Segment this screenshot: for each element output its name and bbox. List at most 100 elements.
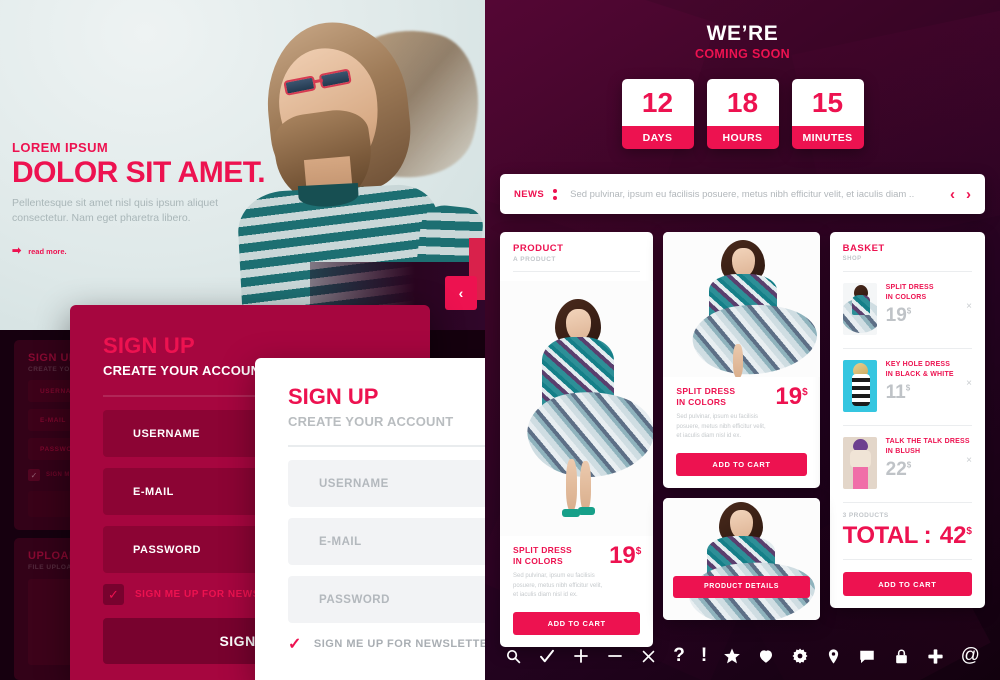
product-name-line2: IN COLORS [513, 556, 563, 567]
news-ticker: NEWS Sed pulvinar, ipsum eu facilisis po… [500, 174, 985, 214]
basket-item-name: TALK THE TALK DRESS IN BLUSH [885, 438, 970, 456]
signup-light-newsletter-checkbox[interactable]: ✓ SIGN ME UP FOR NEWSLETTER [288, 634, 485, 654]
left-panel: ‹ LOREM IPSUM DOLOR SIT AMET. Pellentesq… [0, 0, 485, 680]
product-name-line1: SPLIT DRESS [513, 545, 573, 555]
countdown-hours-value: 18 [706, 79, 779, 126]
countdown-timer: 12 DAYS 18 HOURS 15 MINUTES [485, 79, 1000, 149]
news-next-button[interactable]: › [966, 186, 971, 203]
basket-item-price: 11$ [885, 382, 911, 404]
remove-item-icon[interactable]: × [966, 301, 972, 312]
countdown-hours-label: HOURS [706, 126, 779, 149]
basket-item-price: 19$ [885, 305, 912, 327]
basket-item-thumbnail [842, 360, 877, 412]
signup-light-password-input[interactable]: PASSWORD [288, 576, 485, 623]
countdown-unit-hours: 18 HOURS [706, 79, 779, 149]
news-nav: ‹ › [950, 186, 971, 203]
basket-item: SPLIT DRESS IN COLORS 19$ × [842, 281, 972, 339]
news-label: NEWS [514, 188, 545, 200]
icon-strip: ? ! @ [485, 632, 1000, 680]
shop-column-middle: SPLIT DRESS IN COLORS Sed pulvinar, ipsu… [663, 232, 820, 647]
divider [842, 559, 972, 560]
basket-item-info: KEY HOLE DRESS IN BLACK & WHITE 11$ [886, 360, 972, 402]
hero-title: DOLOR SIT AMET. [12, 156, 266, 189]
product-name-line2: IN COLORS [676, 397, 727, 408]
countdown-unit-days: 12 DAYS [621, 79, 694, 149]
remove-item-icon[interactable]: × [966, 378, 972, 389]
product-card[interactable]: PRODUCT A PRODUCT SPLIT DRESS IN COLORS … [500, 232, 654, 647]
signup-light-email-input[interactable]: E-MAIL [288, 518, 485, 565]
coming-soon-line1: WE’RE [706, 22, 779, 45]
heart-icon[interactable] [757, 647, 775, 665]
countdown-days-label: DAYS [621, 126, 694, 149]
coming-soon-header: WE’RE COMING SOON [485, 0, 1000, 61]
countdown-days-value: 12 [621, 79, 694, 126]
question-icon[interactable]: ? [673, 645, 685, 667]
search-icon[interactable] [505, 648, 522, 665]
comment-icon[interactable] [858, 647, 876, 665]
hero-read-more-link[interactable]: ➡ read more. [12, 245, 312, 257]
basket-item-thumbnail [842, 437, 877, 489]
product-card-header-title: PRODUCT [513, 243, 564, 254]
hero-read-more-label: read more. [28, 246, 67, 256]
check-icon[interactable] [538, 647, 556, 665]
product-image [663, 232, 820, 377]
signup-dark-title: SIGN UP [103, 333, 195, 358]
lock-icon[interactable] [893, 648, 910, 665]
add-to-cart-button[interactable]: ADD TO CART [676, 452, 807, 476]
screenshot-root: ‹ LOREM IPSUM DOLOR SIT AMET. Pellentesq… [0, 0, 1000, 680]
basket-total-label: TOTAL : [842, 522, 932, 549]
minus-icon[interactable] [606, 647, 624, 665]
hero-copy: LOREM IPSUM DOLOR SIT AMET. Pellentesque… [12, 140, 312, 257]
shop-column-basket: BASKET SHOP SPLIT DRESS IN COLORS 19$ × … [829, 232, 985, 647]
gear-icon[interactable] [791, 647, 809, 665]
basket-card: BASKET SHOP SPLIT DRESS IN COLORS 19$ × … [829, 232, 985, 608]
currency-symbol: $ [906, 460, 912, 470]
check-icon: ✓ [103, 584, 124, 605]
right-panel: WE’RE COMING SOON 12 DAYS 18 HOURS 15 MI… [485, 0, 1000, 680]
product-card-header-subtitle: A PRODUCT [513, 256, 556, 263]
plus-icon[interactable] [572, 647, 590, 665]
product-image [500, 281, 654, 536]
divider [842, 348, 972, 349]
close-icon[interactable] [640, 648, 657, 665]
product-price: 19$ [775, 383, 807, 411]
remove-item-icon[interactable]: × [966, 455, 972, 466]
currency-symbol: $ [905, 383, 911, 393]
shop-grid: PRODUCT A PRODUCT SPLIT DRESS IN COLORS … [500, 232, 985, 647]
currency-symbol: $ [966, 526, 972, 537]
product-card-mid-footer: SPLIT DRESS IN COLORS Sed pulvinar, ipsu… [663, 377, 819, 488]
divider [288, 445, 485, 447]
basket-item-name: SPLIT DRESS IN COLORS [885, 284, 934, 302]
product-image [663, 497, 820, 620]
star-icon[interactable] [723, 647, 741, 665]
product-card-overlay[interactable]: PRODUCT DETAILS [663, 497, 820, 620]
signup-light-subtitle: CREATE YOUR ACCOUNT [288, 414, 454, 429]
divider [842, 502, 972, 503]
signup-card-light: SIGN UP CREATE YOUR ACCOUNT USERNAME E-M… [255, 358, 485, 680]
location-pin-icon[interactable] [825, 648, 842, 665]
product-details-button[interactable]: PRODUCT DETAILS [673, 575, 810, 598]
product-price: 19$ [609, 542, 641, 570]
basket-total-value: 42$ [939, 522, 972, 549]
basket-item-thumbnail [842, 283, 877, 335]
product-description: Sed pulvinar, ipsum eu facilisis posuere… [676, 413, 766, 440]
currency-symbol: $ [802, 387, 808, 398]
signup-light-username-input[interactable]: USERNAME [288, 460, 485, 507]
exclamation-icon[interactable]: ! [701, 645, 707, 667]
hero-prev-button[interactable]: ‹ [445, 276, 477, 310]
product-name-line1: SPLIT DRESS [676, 386, 736, 396]
hero-banner: ‹ LOREM IPSUM DOLOR SIT AMET. Pellentesq… [0, 0, 485, 330]
countdown-minutes-value: 15 [791, 79, 864, 126]
basket-item-info: SPLIT DRESS IN COLORS 19$ [886, 283, 972, 325]
basket-item-info: TALK THE TALK DRESS IN BLUSH 22$ [886, 437, 972, 479]
check-icon: ✓ [288, 636, 302, 653]
news-prev-button[interactable]: ‹ [950, 186, 955, 203]
product-description: Sed pulvinar, ipsum eu facilisis posuere… [513, 572, 603, 599]
shop-column-product: PRODUCT A PRODUCT SPLIT DRESS IN COLORS … [500, 232, 654, 647]
at-icon[interactable]: @ [961, 645, 980, 667]
basket-add-to-cart-button[interactable]: ADD TO CART [842, 572, 972, 596]
basket-item: TALK THE TALK DRESS IN BLUSH 22$ × [842, 435, 972, 493]
plus-bold-icon[interactable] [926, 647, 945, 666]
basket-total: TOTAL : 42$ [843, 522, 972, 550]
product-card-mid[interactable]: SPLIT DRESS IN COLORS Sed pulvinar, ipsu… [663, 232, 820, 488]
